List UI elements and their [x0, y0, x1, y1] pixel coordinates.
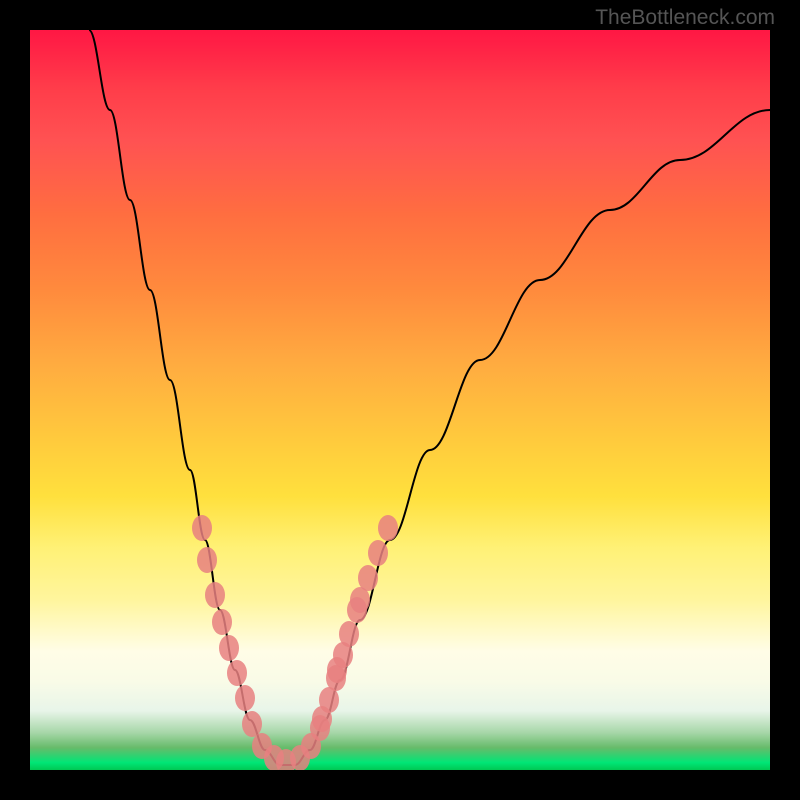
data-marker	[339, 621, 359, 647]
data-marker	[235, 685, 255, 711]
bottleneck-curve-svg	[30, 30, 770, 770]
data-marker	[192, 515, 212, 541]
data-marker	[368, 540, 388, 566]
data-marker	[205, 582, 225, 608]
data-marker	[212, 609, 232, 635]
watermark-text: TheBottleneck.com	[595, 6, 775, 30]
data-marker	[358, 565, 378, 591]
data-marker	[242, 711, 262, 737]
chart-plot-area	[30, 30, 770, 770]
data-markers-group	[192, 515, 398, 770]
data-marker	[227, 660, 247, 686]
bottleneck-curve-path	[89, 30, 770, 765]
data-marker	[197, 547, 217, 573]
data-marker	[378, 515, 398, 541]
data-marker	[219, 635, 239, 661]
